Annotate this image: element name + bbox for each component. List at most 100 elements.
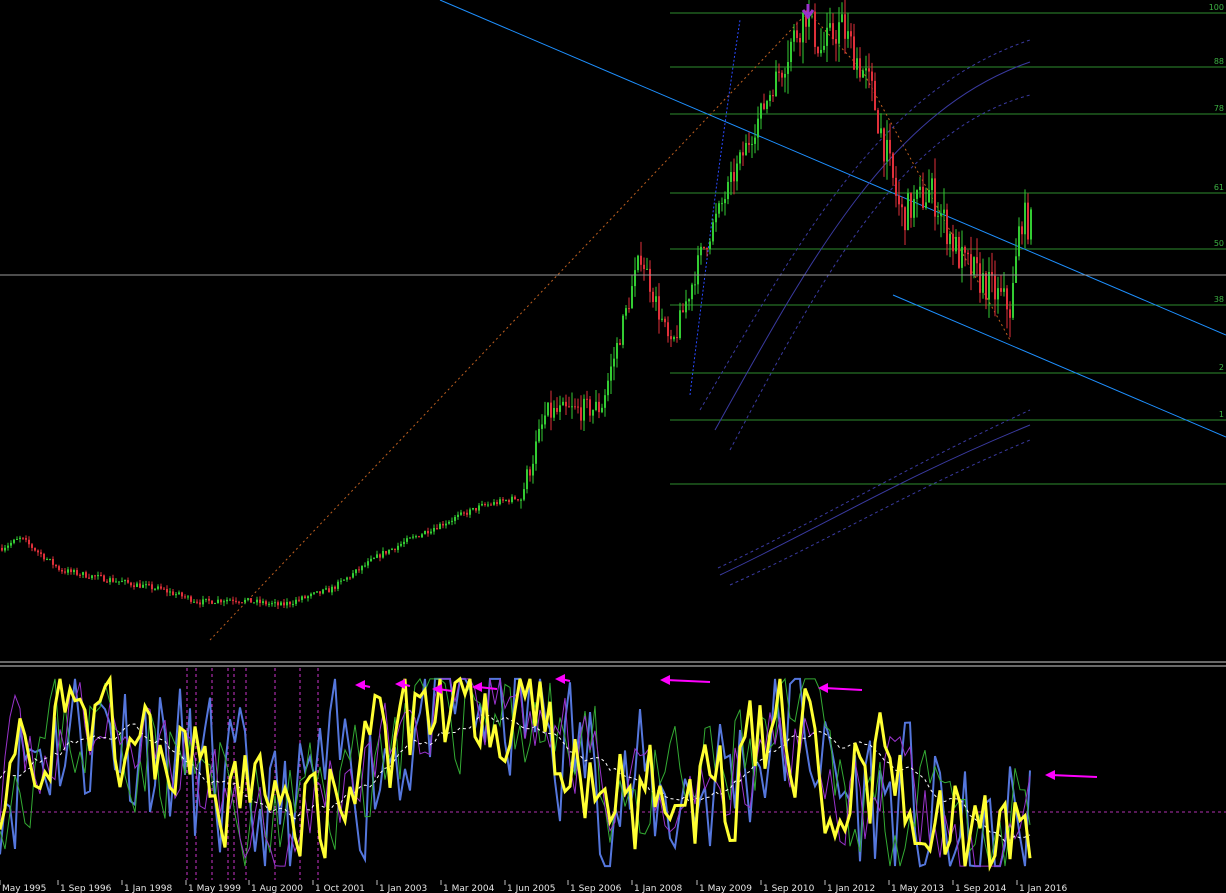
- bull-candle: [412, 536, 414, 538]
- bull-candle: [313, 592, 315, 594]
- bull-candle: [712, 222, 714, 242]
- bear-candle: [385, 551, 387, 554]
- bull-candle: [544, 415, 546, 425]
- bull-candle: [451, 520, 453, 522]
- bull-candle: [526, 469, 528, 490]
- bear-candle: [778, 71, 780, 73]
- fib-level-label: 61: [1214, 183, 1224, 192]
- bear-candle: [970, 254, 972, 276]
- bull-candle: [262, 601, 264, 604]
- bear-candle: [40, 552, 42, 554]
- bull-candle: [997, 288, 999, 300]
- bear-candle: [733, 172, 735, 182]
- fib-level-label: 50: [1214, 239, 1224, 248]
- bull-candle: [841, 14, 843, 23]
- bear-candle: [952, 233, 954, 252]
- bear-candle: [550, 402, 552, 418]
- bull-candle: [409, 537, 411, 539]
- bear-candle: [628, 308, 630, 310]
- bull-candle: [661, 318, 663, 320]
- bull-candle: [724, 199, 726, 204]
- bull-candle: [361, 565, 363, 571]
- bull-candle: [202, 599, 204, 605]
- fib-level-label: 1: [1219, 410, 1224, 419]
- bear-candle: [889, 139, 891, 154]
- bear-candle: [529, 469, 531, 476]
- bear-candle: [106, 581, 108, 583]
- bear-candle: [964, 246, 966, 253]
- bull-candle: [610, 366, 612, 381]
- bear-candle: [853, 36, 855, 70]
- bear-candle: [130, 582, 132, 586]
- bear-candle: [418, 536, 420, 538]
- bull-candle: [688, 299, 690, 302]
- bull-candle: [424, 530, 426, 535]
- bull-candle: [343, 579, 345, 581]
- bull-candle: [1015, 256, 1017, 283]
- bull-candle: [793, 30, 795, 42]
- bull-candle: [757, 118, 759, 138]
- bear-candle: [832, 23, 834, 40]
- bull-candle: [247, 598, 249, 600]
- fib-level-label: 88: [1214, 57, 1224, 66]
- bull-candle: [124, 580, 126, 582]
- bear-candle: [742, 152, 744, 156]
- bull-candle: [121, 581, 123, 583]
- bull-candle: [355, 569, 357, 574]
- bear-candle: [283, 602, 285, 606]
- bull-candle: [925, 202, 927, 208]
- bear-candle: [799, 37, 801, 43]
- bear-candle: [967, 252, 969, 255]
- bear-candle: [238, 601, 240, 603]
- bull-candle: [340, 580, 342, 582]
- bull-candle: [469, 509, 471, 515]
- bull-candle: [493, 502, 495, 505]
- date-label: 1 Jan 2016: [1019, 884, 1067, 893]
- bear-candle: [328, 588, 330, 593]
- bear-candle: [25, 538, 27, 540]
- bull-candle: [547, 402, 549, 416]
- bear-candle: [151, 584, 153, 590]
- bull-candle: [406, 538, 408, 542]
- bear-candle: [946, 209, 948, 245]
- bull-candle: [637, 255, 639, 271]
- bear-candle: [676, 336, 678, 339]
- bull-candle: [280, 602, 282, 606]
- bear-candle: [577, 406, 579, 408]
- bear-candle: [52, 558, 54, 565]
- bull-candle: [499, 499, 501, 505]
- bull-candle: [253, 602, 255, 604]
- bear-candle: [922, 186, 924, 208]
- bear-candle: [640, 255, 642, 265]
- bull-candle: [655, 296, 657, 302]
- bull-candle: [862, 70, 864, 78]
- bull-candle: [505, 500, 507, 502]
- bear-candle: [304, 596, 306, 599]
- bull-candle: [538, 428, 540, 442]
- bear-candle: [976, 257, 978, 264]
- bear-candle: [100, 574, 102, 576]
- bull-candle: [322, 589, 324, 594]
- bull-candle: [907, 193, 909, 231]
- bull-candle: [613, 358, 615, 367]
- bull-candle: [697, 255, 699, 285]
- price-chart[interactable]: 100 88 78 61 50 38 2 1 May 1995 1 Sep 1996 1 Jan …: [0, 0, 1226, 893]
- bear-candle: [484, 503, 486, 506]
- bull-candle: [364, 565, 366, 567]
- bull-candle: [523, 489, 525, 500]
- bear-candle: [643, 264, 645, 270]
- bear-candle: [877, 110, 879, 134]
- bull-candle: [559, 405, 561, 412]
- bull-candle: [178, 592, 180, 595]
- bull-candle: [448, 521, 450, 524]
- bear-candle: [148, 584, 150, 586]
- bull-candle: [601, 407, 603, 413]
- bull-candle: [13, 539, 15, 543]
- bull-candle: [715, 213, 717, 223]
- bull-candle: [616, 342, 618, 359]
- bear-candle: [580, 407, 582, 421]
- bear-candle: [172, 591, 174, 596]
- bear-candle: [94, 575, 96, 577]
- bear-candle: [781, 72, 783, 78]
- bull-candle: [856, 58, 858, 70]
